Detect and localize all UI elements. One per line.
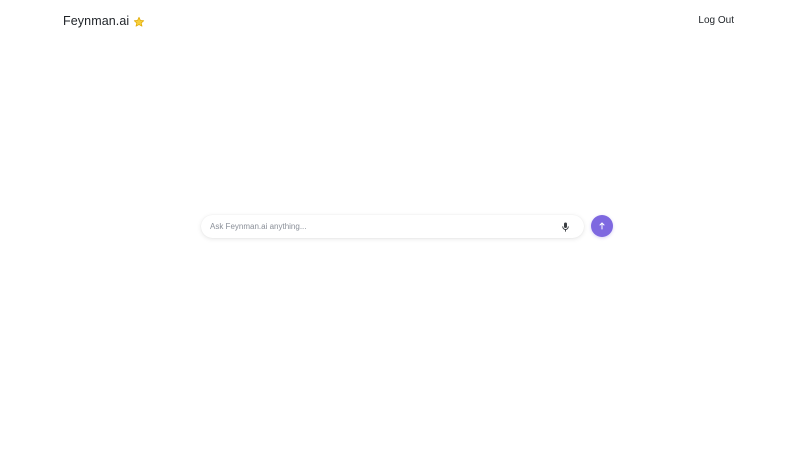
- brand[interactable]: Feynman.ai: [63, 14, 145, 28]
- microphone-icon[interactable]: [556, 218, 574, 236]
- logout-button[interactable]: Log Out: [698, 15, 734, 26]
- star-icon: [133, 15, 145, 27]
- search-bar: [201, 215, 584, 238]
- top-bar: Feynman.ai Log Out: [0, 0, 806, 44]
- send-button[interactable]: [591, 215, 613, 237]
- arrow-up-icon: [597, 221, 607, 231]
- search-input[interactable]: [201, 216, 556, 237]
- brand-name: Feynman.ai: [63, 14, 130, 28]
